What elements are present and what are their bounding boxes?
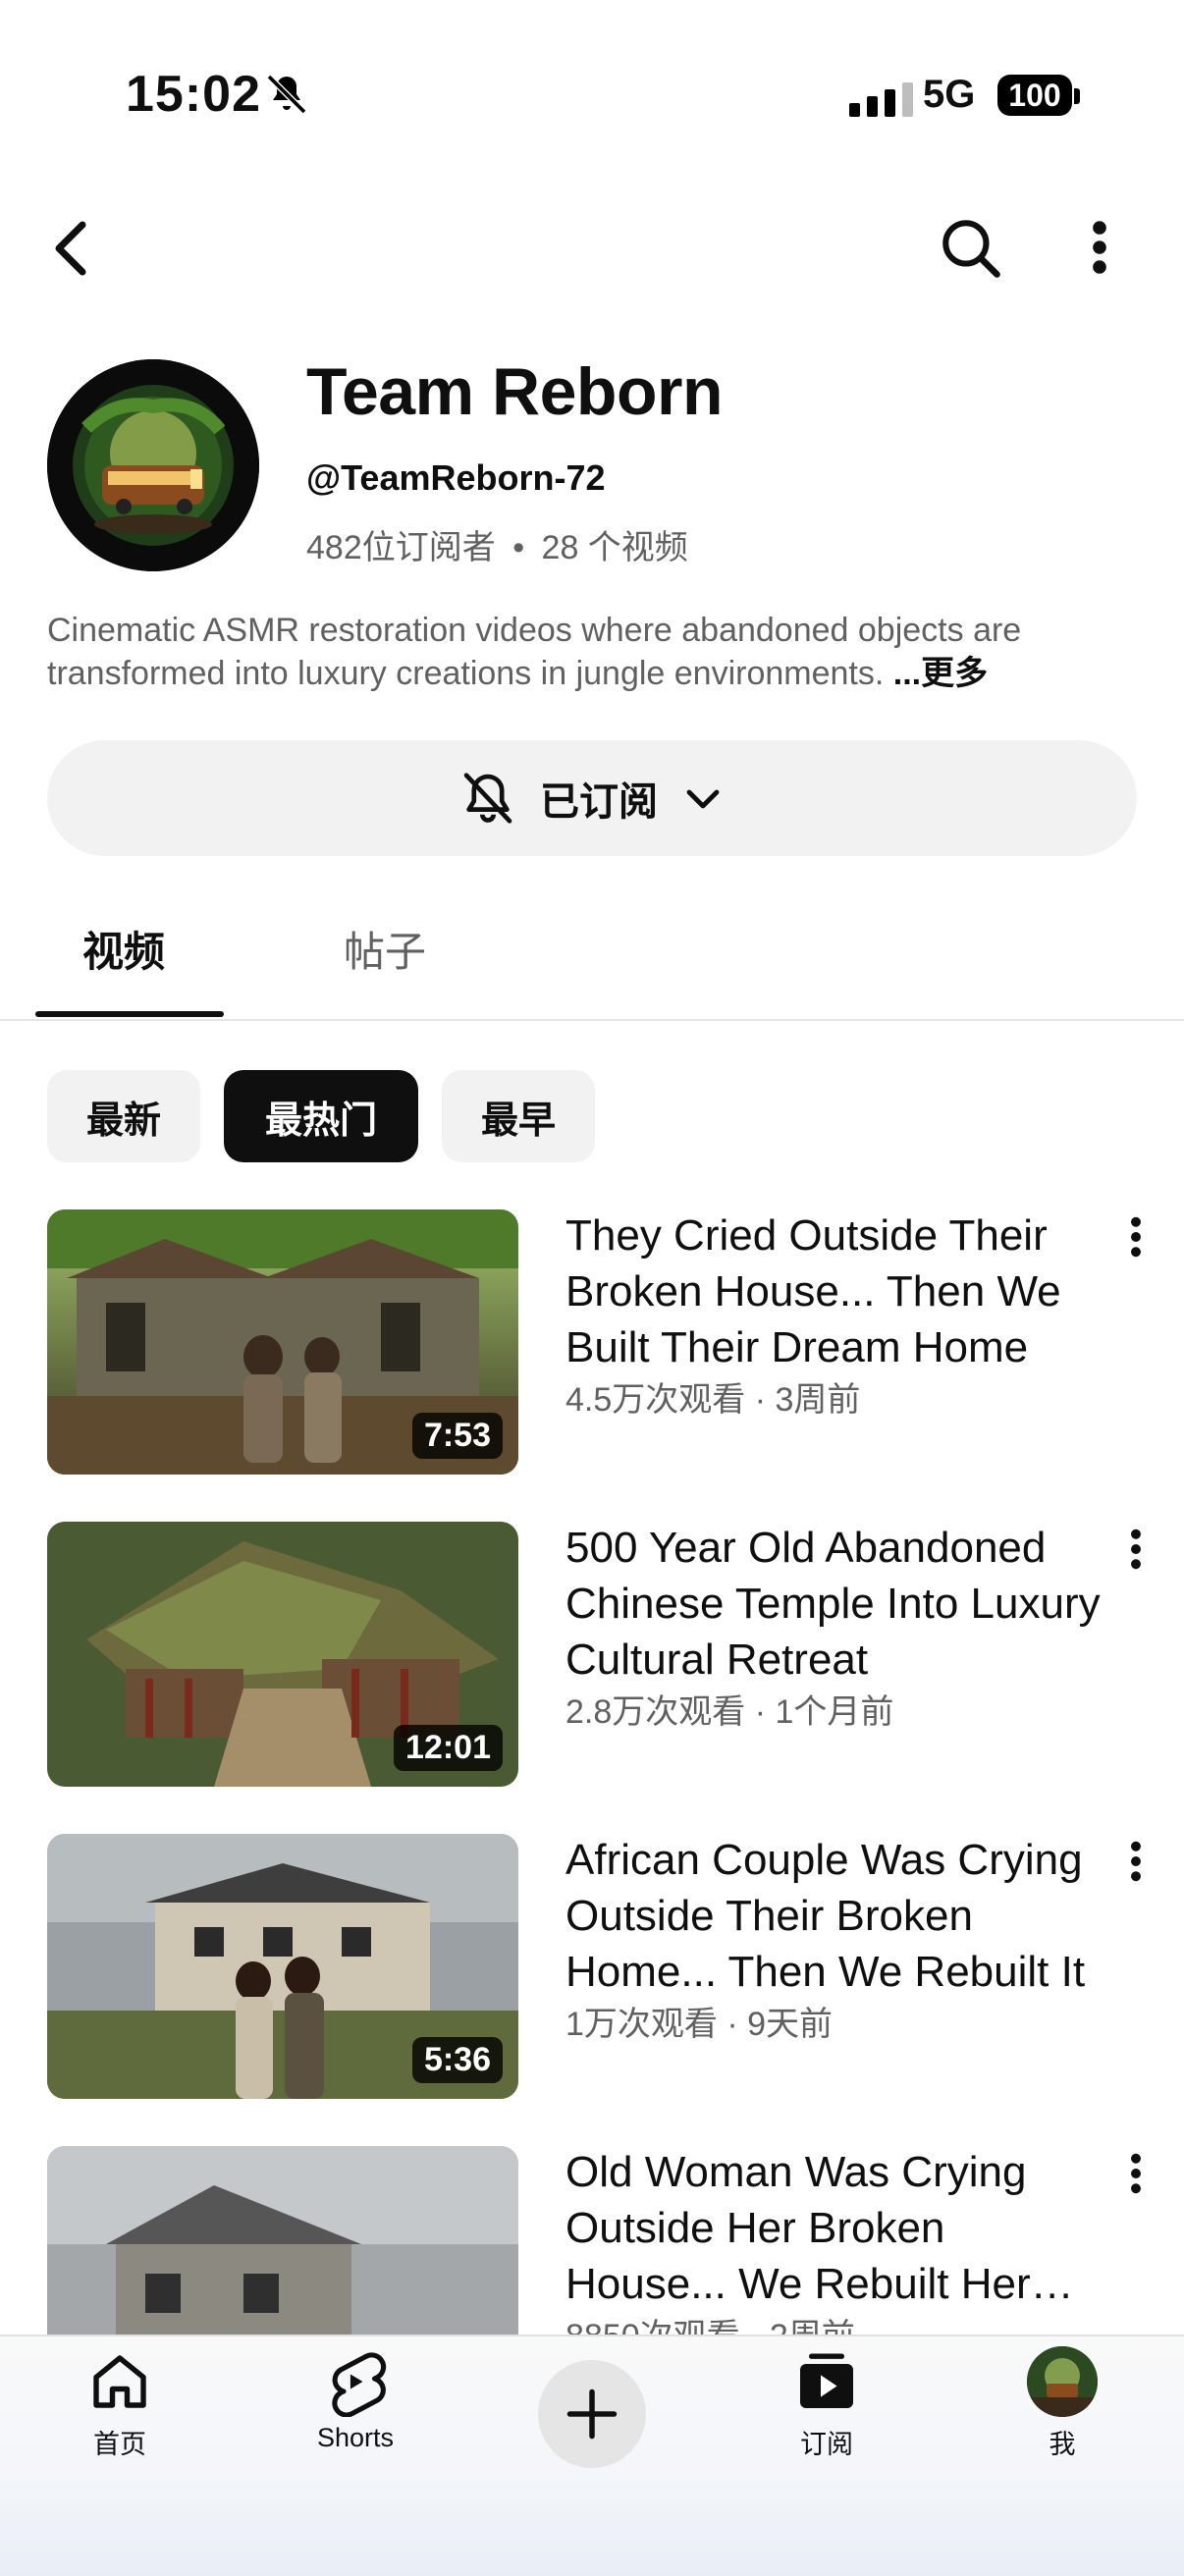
account-avatar-image bbox=[1027, 2346, 1098, 2417]
video-meta: 2.8万次观看 · 1个月前 bbox=[565, 1693, 894, 1731]
more-vertical-icon bbox=[1131, 2153, 1141, 2194]
video-thumbnail[interactable]: 7:53 bbox=[47, 1209, 518, 1475]
battery-indicator: 100 bbox=[997, 75, 1072, 116]
back-button[interactable] bbox=[39, 214, 102, 283]
stats-separator: • bbox=[512, 529, 525, 566]
nav-shorts-label: Shorts bbox=[316, 2423, 395, 2452]
video-duration: 7:53 bbox=[411, 1413, 503, 1459]
active-tab-indicator bbox=[35, 1011, 224, 1017]
video-title[interactable]: 500 Year Old Abandoned Chinese Temple In… bbox=[565, 1520, 1105, 1688]
create-button[interactable] bbox=[538, 2360, 646, 2468]
nav-home[interactable]: 首页 bbox=[41, 2346, 198, 2461]
subscribed-button[interactable]: 已订阅 bbox=[47, 740, 1137, 856]
channel-avatar[interactable] bbox=[47, 359, 259, 571]
more-vertical-icon bbox=[1131, 1216, 1141, 1258]
video-more-button[interactable] bbox=[1109, 1206, 1162, 1268]
more-options-button[interactable] bbox=[1070, 210, 1129, 285]
video-more-button[interactable] bbox=[1109, 1830, 1162, 1893]
video-title[interactable]: African Couple Was Crying Outside Their … bbox=[565, 1832, 1105, 2000]
bell-off-icon bbox=[463, 773, 512, 824]
chevron-left-icon bbox=[55, 221, 86, 276]
chip-oldest[interactable]: 最早 bbox=[442, 1070, 595, 1162]
chip-popular[interactable]: 最热门 bbox=[224, 1070, 418, 1162]
bus-jungle-logo-icon bbox=[47, 359, 259, 571]
channel-handle: @TeamReborn-72 bbox=[306, 457, 606, 498]
subscriptions-icon bbox=[800, 2353, 853, 2408]
nav-shorts[interactable]: Shorts bbox=[277, 2346, 434, 2453]
video-duration: 12:01 bbox=[394, 1725, 503, 1771]
home-icon bbox=[93, 2355, 146, 2408]
description-text: Cinematic ASMR restoration videos where … bbox=[47, 612, 1022, 692]
video-more-button[interactable] bbox=[1109, 2142, 1162, 2205]
video-thumbnail[interactable]: 5:36 bbox=[47, 1834, 518, 2099]
nav-subscriptions-label: 订阅 bbox=[800, 2430, 853, 2459]
more-vertical-icon bbox=[1131, 1841, 1141, 1882]
nav-home-label: 首页 bbox=[93, 2430, 146, 2459]
video-meta: 4.5万次观看 · 3周前 bbox=[565, 1381, 861, 1419]
plus-icon bbox=[566, 2388, 618, 2440]
search-icon bbox=[942, 220, 1000, 278]
more-vertical-icon bbox=[1093, 221, 1106, 274]
video-more-button[interactable] bbox=[1109, 1518, 1162, 1581]
description-more-link[interactable]: ...更多 bbox=[893, 655, 988, 692]
nav-me-label: 我 bbox=[1049, 2430, 1076, 2459]
channel-stats: 482位订阅者 • 28 个视频 bbox=[306, 520, 688, 568]
nav-subscriptions[interactable]: 订阅 bbox=[748, 2346, 905, 2461]
nav-me[interactable]: 我 bbox=[984, 2346, 1141, 2461]
video-title[interactable]: Old Woman Was Crying Outside Her Broken … bbox=[565, 2144, 1105, 2312]
chevron-down-icon bbox=[686, 789, 720, 809]
chip-newest[interactable]: 最新 bbox=[47, 1070, 200, 1162]
search-button[interactable] bbox=[933, 210, 1007, 285]
bell-off-icon bbox=[266, 74, 307, 115]
video-thumbnail[interactable]: 12:01 bbox=[47, 1522, 518, 1787]
signal-strength-icon bbox=[849, 82, 913, 117]
tab-posts[interactable]: 帖子 bbox=[344, 919, 426, 979]
subscribed-label: 已订阅 bbox=[540, 780, 658, 824]
video-title[interactable]: They Cried Outside Their Broken House...… bbox=[565, 1208, 1105, 1375]
channel-description[interactable]: Cinematic ASMR restoration videos where … bbox=[47, 609, 1147, 695]
tab-videos[interactable]: 视频 bbox=[82, 919, 165, 979]
status-time: 15:02 bbox=[126, 66, 261, 123]
video-duration: 5:36 bbox=[411, 2037, 503, 2083]
tabs-divider bbox=[0, 1019, 1184, 1021]
shorts-icon bbox=[332, 2352, 387, 2417]
battery-tip bbox=[1074, 88, 1080, 104]
account-avatar bbox=[1027, 2346, 1098, 2417]
more-vertical-icon bbox=[1131, 1529, 1141, 1570]
network-type: 5G bbox=[923, 73, 976, 116]
subscriber-count: 482位订阅者 bbox=[306, 529, 496, 566]
video-meta: 1万次观看 · 9天前 bbox=[565, 2006, 834, 2043]
video-count: 28 个视频 bbox=[541, 529, 688, 566]
channel-name: Team Reborn bbox=[306, 354, 723, 429]
